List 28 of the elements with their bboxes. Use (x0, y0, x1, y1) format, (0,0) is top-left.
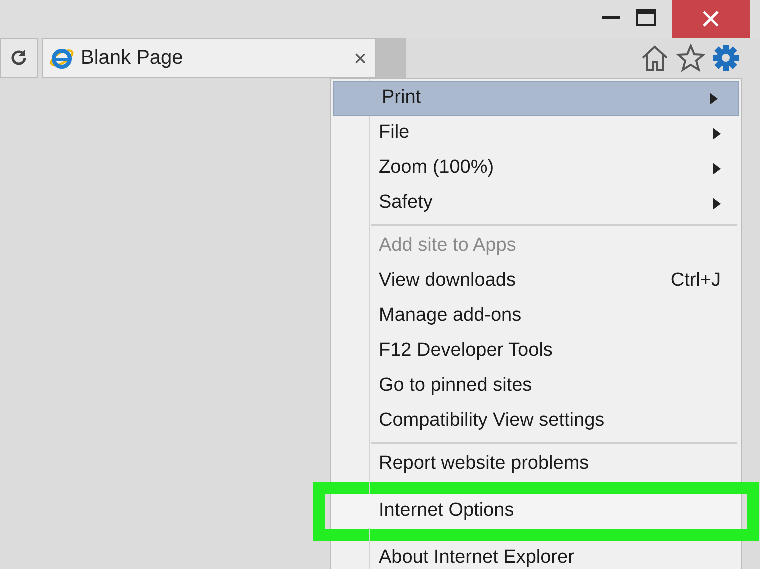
submenu-arrow-icon (713, 128, 721, 140)
menu-item[interactable]: F12 Developer Tools (331, 334, 741, 369)
browser-tab[interactable]: Blank Page × (42, 38, 376, 78)
star-icon[interactable] (676, 44, 706, 72)
close-icon (703, 11, 719, 27)
menu-item[interactable]: View downloads Ctrl+J (331, 264, 741, 299)
menu-item[interactable]: Go to pinned sites (331, 369, 741, 404)
submenu-arrow-icon (710, 92, 718, 104)
menu-item[interactable]: File (331, 116, 741, 151)
menu-item[interactable]: Manage add-ons (331, 299, 741, 334)
settings-icon[interactable] (712, 44, 740, 72)
minimize-icon[interactable] (602, 16, 620, 20)
refresh-button[interactable] (0, 38, 38, 78)
refresh-icon (9, 48, 29, 68)
close-button[interactable] (672, 0, 750, 38)
submenu-arrow-icon (713, 198, 721, 210)
menu-item[interactable]: Safety (331, 186, 741, 221)
menu-item[interactable]: Report website problems (331, 447, 741, 482)
submenu-arrow-icon (713, 162, 721, 174)
menu-item[interactable]: Compatibility View settings (331, 404, 741, 439)
home-icon[interactable] (640, 44, 670, 72)
menu-item[interactable]: Zoom (100%) (331, 151, 741, 186)
tab-close[interactable]: × (354, 42, 367, 74)
maximize-icon[interactable] (636, 9, 656, 26)
menu-item[interactable]: Print (333, 81, 739, 116)
tab-title: Blank Page (81, 46, 184, 71)
menu-item[interactable]: Internet Options (331, 494, 741, 529)
menu-item[interactable]: About Internet Explorer (331, 541, 741, 569)
